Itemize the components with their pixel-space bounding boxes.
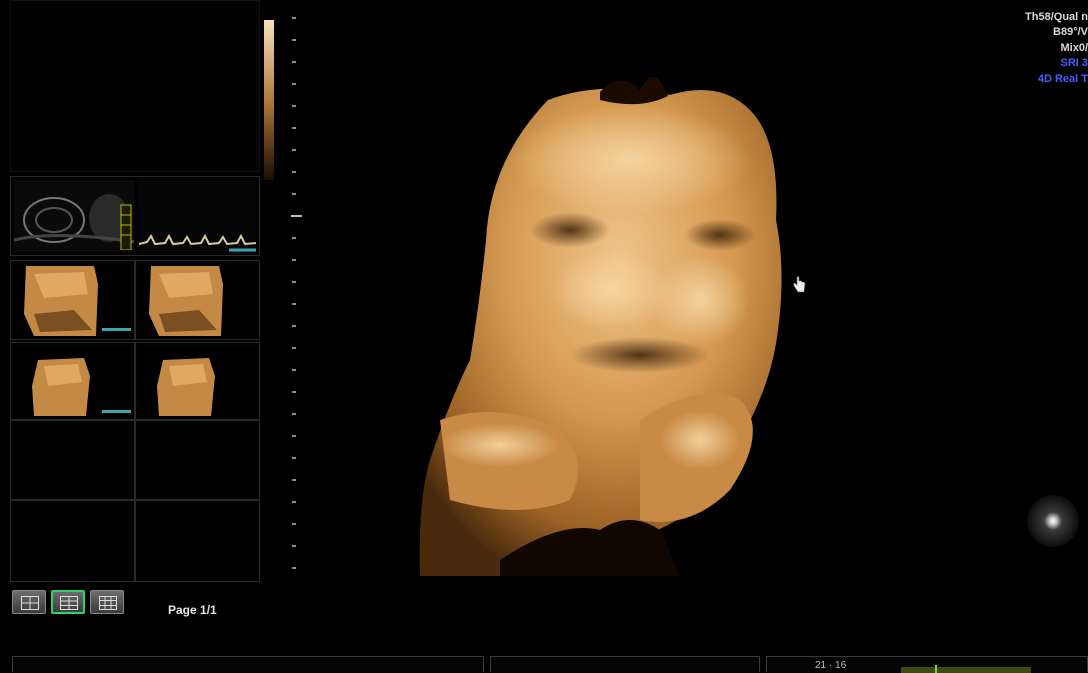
- grid-3x3-icon: [99, 596, 117, 610]
- image-parameter-line: 4D Real T: [1037, 73, 1088, 85]
- thumbnail-2d-doppler[interactable]: [10, 176, 260, 256]
- thumbnail-doppler-waveform: [139, 180, 256, 252]
- thumbnail-browser: [10, 0, 260, 582]
- rotation-trackball-icon[interactable]: [1026, 494, 1080, 548]
- thumbnail-3d-image: [139, 264, 256, 336]
- image-parameter-line: B89°/V: [1053, 26, 1088, 38]
- thumbnail-3d-image: [14, 264, 131, 336]
- grayscale-map-bar: [264, 20, 274, 180]
- hand-cursor-icon: [793, 276, 806, 293]
- bottom-level-bar: [901, 667, 1031, 673]
- thumbnail-3d-render-1[interactable]: [10, 260, 135, 340]
- volume-render-image: [419, 76, 782, 577]
- thumbnail-slot-empty[interactable]: [135, 500, 260, 582]
- grid-2x3-icon: [60, 596, 78, 610]
- image-parameter-line: Mix0/: [1060, 42, 1088, 54]
- thumbnail-slot-empty[interactable]: [135, 420, 260, 500]
- thumbnail-3d-render-4[interactable]: [135, 342, 260, 420]
- thumbnail-slot-empty[interactable]: [10, 500, 135, 582]
- bottom-panel-center: [490, 656, 760, 672]
- thumbnail-3d-render-2[interactable]: [135, 260, 260, 340]
- image-parameter-line: SRI 3: [1060, 57, 1088, 69]
- thumbnail-slot-empty[interactable]: [10, 420, 135, 500]
- thumbnail-3d-render-3[interactable]: [10, 342, 135, 420]
- bottom-panel-left: [12, 656, 484, 672]
- bottom-panel-right: 21 · 16: [766, 656, 1088, 673]
- thumbnail-bmode-image: [14, 180, 134, 252]
- bottom-readout: 21 · 16: [815, 660, 847, 671]
- layout-2x3-button[interactable]: [51, 590, 85, 614]
- layout-3x3-button[interactable]: [90, 590, 124, 614]
- thumbnail-3d-image: [139, 346, 256, 416]
- grid-2x2-icon: [21, 596, 39, 610]
- thumbnail-3d-image: [14, 346, 131, 416]
- image-parameter-line: Th58/Qual n: [1025, 11, 1088, 23]
- layout-2x2-button[interactable]: [12, 590, 46, 614]
- page-indicator: Page 1/1: [168, 603, 217, 617]
- thumbnail-color-bar: [119, 180, 135, 252]
- browser-empty-area: [10, 0, 260, 172]
